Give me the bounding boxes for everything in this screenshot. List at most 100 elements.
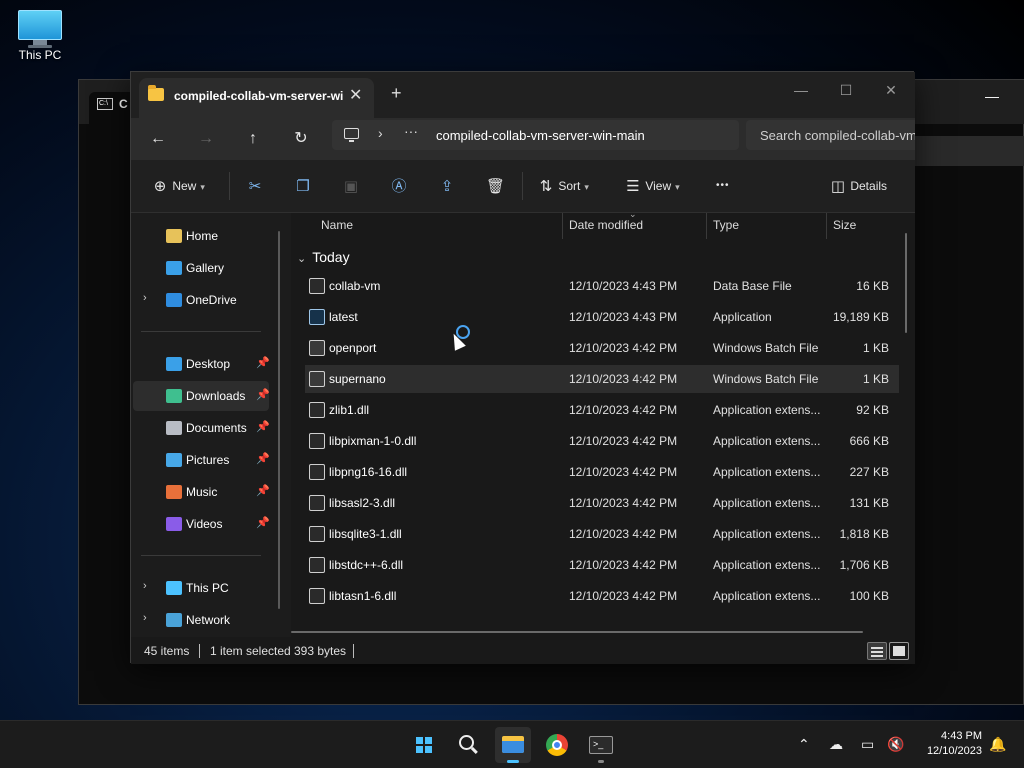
plus-circle-icon: ⊕ [153,177,167,195]
onedrive-offline-icon[interactable]: ☁ [829,736,843,753]
file-type: Application extens... [713,465,821,479]
column-header-name[interactable]: Name [321,218,353,232]
breadcrumb-path[interactable]: compiled-collab-vm-server-win-main [436,128,645,143]
breadcrumb-overflow-button[interactable]: ··· [404,123,418,139]
file-row[interactable]: libsqlite3-1.dll 12/10/2023 4:42 PM Applic… [305,520,899,548]
sidebar-item-network[interactable]: › Network [133,605,269,635]
file-row[interactable]: libpixman-1-0.dll 12/10/2023 4:42 PM Appli… [305,427,899,455]
back-arrow-icon[interactable]: ← [143,126,173,152]
file-row[interactable]: supernano 12/10/2023 4:42 PM Windows Batch… [305,365,899,393]
file-list: Name ⌄ Date modified Type Size ⌄ Today co… [291,209,915,637]
item-count: 45 items [144,644,190,658]
network-icon[interactable]: ▭ [861,736,874,753]
desktop-icon-label: This PC [18,48,62,62]
file-size: 131 KB [849,496,889,510]
details-button[interactable]: ◫ Details [829,174,887,198]
chrome-taskbar-button[interactable] [539,727,575,763]
notification-bell-icon[interactable]: 🔔 [989,736,1006,753]
file-explorer-taskbar-button[interactable] [495,727,531,763]
volume-muted-icon[interactable]: 🔇 [887,736,904,753]
terminal-minimize-button[interactable]: — [984,88,1000,104]
gallery-icon [166,261,182,275]
file-row[interactable]: zlib1.dll 12/10/2023 4:42 PM Application e… [305,396,899,424]
view-button[interactable]: ☰ View ▾ [624,174,679,198]
sidebar-item-videos[interactable]: Videos 📌 [133,509,270,539]
file-size: 100 KB [849,589,889,603]
share-button[interactable]: ⇪ [438,174,456,198]
file-icon [309,278,325,294]
monitor-icon [18,10,62,48]
chevron-right-icon[interactable]: › [143,580,147,592]
column-header-type[interactable]: Type [713,218,739,232]
sort-button[interactable]: ⇅ Sort ▾ [537,174,589,198]
delete-button[interactable]: 🗑 [486,174,505,198]
sidebar-item-documents[interactable]: Documents 📌 [133,413,270,443]
file-row[interactable]: latest 12/10/2023 4:43 PM Application 19,18… [305,303,899,331]
sidebar-item-downloads[interactable]: Downloads 📌 [133,381,270,411]
details-view-icon[interactable] [867,642,887,660]
sidebar-item-this-pc[interactable]: › This PC [133,573,269,603]
sidebar-item-label: Home [186,229,219,243]
refresh-icon[interactable]: ↻ [286,126,316,152]
search-button[interactable] [450,727,486,763]
more-options-button[interactable]: ••• [716,174,730,198]
sidebar-item-desktop[interactable]: Desktop 📌 [133,349,270,379]
pin-icon: 📌 [256,517,270,529]
paste-button[interactable]: ▣ [342,174,360,198]
sidebar-item-label: Videos [186,517,223,531]
file-row[interactable]: openport 12/10/2023 4:42 PM Windows Batch … [305,334,899,362]
sidebar-item-home[interactable]: Home [133,221,269,251]
dll-file-icon [309,464,325,480]
batch-file-icon [309,340,325,356]
explorer-tab[interactable]: compiled-collab-vm-server-wi ✕ [139,78,374,118]
navigation-pane: Home Gallery › OneDrive Desktop 📌 Downloads 📌 D… [131,213,291,637]
file-row[interactable]: libtasn1-6.dll 12/10/2023 4:42 PM Applicat… [305,582,899,610]
cut-button[interactable]: ✂ [246,174,264,198]
up-arrow-icon[interactable]: ↑ [238,126,268,152]
forward-arrow-icon[interactable]: → [191,126,221,152]
sidebar-item-pictures[interactable]: Pictures 📌 [133,445,270,475]
pictures-icon [166,453,182,467]
maximize-button[interactable]: ☐ [826,76,866,104]
file-list-horizontal-scrollbar[interactable] [291,631,863,633]
address-bar[interactable]: › ··· compiled-collab-vm-server-win-main [332,120,739,150]
terminal-taskbar-button[interactable]: >_ [583,727,619,763]
group-header-today[interactable]: ⌄ Today [297,249,350,265]
tab-close-button[interactable]: ✕ [349,85,362,105]
chevron-right-icon[interactable]: › [143,292,147,304]
pin-icon: 📌 [256,389,270,401]
pc-icon [344,128,359,142]
copy-button[interactable]: ❐ [294,174,312,198]
file-row[interactable]: collab-vm 12/10/2023 4:43 PM Data Base Fil… [305,272,899,300]
minimize-button[interactable]: — [781,76,821,104]
search-input[interactable]: Search compiled-collab-vm-server-win-mai… [746,120,915,150]
desktop-icon-this-pc[interactable]: This PC [12,10,68,62]
new-button[interactable]: ⊕ New ▾ [151,174,205,198]
file-row[interactable]: libstdc++-6.dll 12/10/2023 4:42 PM Applica… [305,551,899,579]
clock-time: 4:43 PM [941,730,982,742]
file-date: 12/10/2023 4:42 PM [569,403,678,417]
file-date: 12/10/2023 4:42 PM [569,558,678,572]
breadcrumb-chevron-icon[interactable]: › [378,125,383,141]
chevron-right-icon[interactable]: › [143,612,147,624]
column-header-size[interactable]: Size [833,218,856,232]
details-label: Details [850,179,888,193]
file-list-vertical-scrollbar[interactable] [905,233,907,333]
file-type: Application extens... [713,558,821,572]
sidebar-item-gallery[interactable]: Gallery [133,253,269,283]
new-tab-button[interactable]: + [391,83,402,104]
rename-button[interactable]: Ⓐ [390,174,408,198]
show-hidden-icons-chevron-icon[interactable]: ⌃ [798,736,810,753]
start-button[interactable] [406,727,442,763]
network-icon [166,613,182,627]
file-type: Windows Batch File [713,341,819,355]
large-icons-view-icon[interactable] [889,642,909,660]
file-row[interactable]: libsasl2-3.dll 12/10/2023 4:42 PM Applicat… [305,489,899,517]
file-row[interactable]: libpng16-16.dll 12/10/2023 4:42 PM Applica… [305,458,899,486]
sidebar-item-onedrive[interactable]: › OneDrive [133,285,269,315]
nav-scrollbar[interactable] [278,231,280,609]
sidebar-item-music[interactable]: Music 📌 [133,477,270,507]
close-button[interactable]: ✕ [871,76,911,104]
clock[interactable]: 4:43 PM 12/10/2023 [927,729,982,759]
column-header-date-modified[interactable]: Date modified [569,218,643,232]
